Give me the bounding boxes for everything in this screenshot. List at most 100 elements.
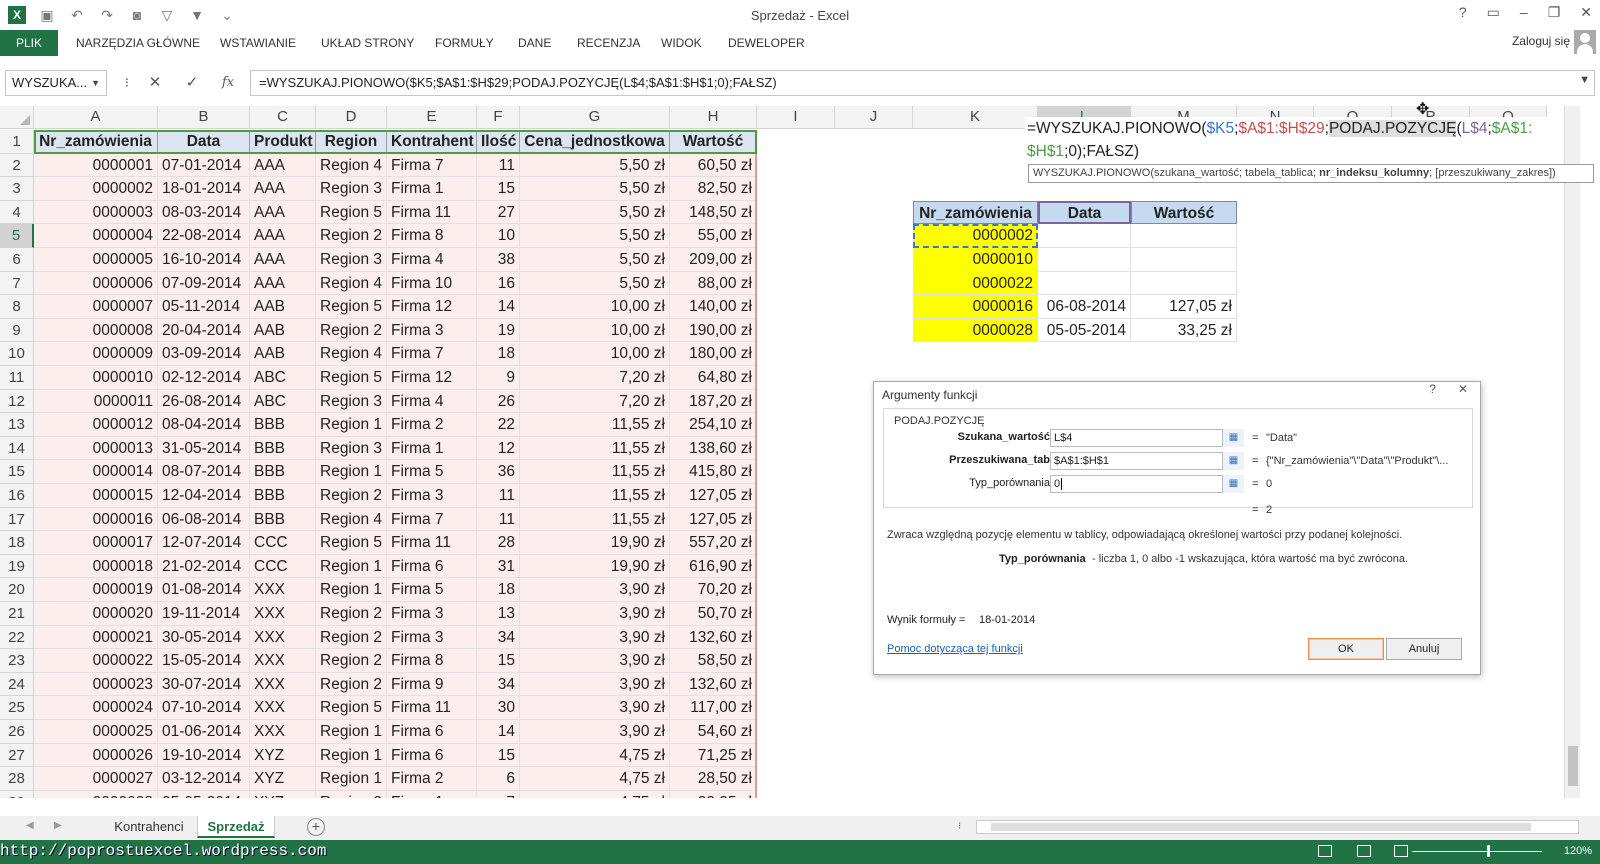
table-cell[interactable]: 132,60 zł — [670, 625, 757, 650]
tab-developer[interactable]: DEWELOPER — [716, 30, 817, 56]
table-cell[interactable]: Region 3 — [316, 436, 387, 461]
save-icon[interactable]: ▣ — [38, 7, 56, 23]
zoom-level[interactable]: 120% — [1564, 845, 1592, 857]
table-cell[interactable]: Firma 11 — [387, 200, 477, 225]
table-cell[interactable]: BBB — [250, 460, 316, 484]
table-cell[interactable]: 88,00 zł — [670, 271, 757, 296]
table-cell[interactable]: XXX — [250, 578, 316, 602]
table-cell[interactable]: 03-09-2014 — [158, 342, 250, 366]
table-header-cell[interactable]: Region — [316, 130, 387, 154]
arg-input-lookup-value[interactable]: L$4 — [1050, 429, 1244, 447]
table-cell[interactable]: Region 2 — [316, 484, 387, 508]
table-cell[interactable]: 30-05-2014 — [158, 625, 250, 650]
clear-filter-icon[interactable]: ▼ — [188, 7, 206, 23]
table-cell[interactable]: 08-03-2014 — [158, 200, 250, 225]
table-cell[interactable]: 21-02-2014 — [158, 554, 250, 579]
table-cell[interactable]: Region 5 — [316, 531, 387, 555]
in-cell-formula-editor[interactable]: =WYSZUKAJ.PIONOWO($K5;$A$1:$H$29;PODAJ.P… — [1025, 117, 1555, 164]
tab-insert[interactable]: WSTAWIANIE — [208, 30, 308, 56]
table-cell[interactable]: Firma 4 — [387, 248, 477, 272]
table-cell[interactable]: 70,20 zł — [670, 578, 757, 602]
table-cell[interactable]: 3,90 zł — [520, 672, 670, 697]
table-cell[interactable]: 19 — [477, 318, 520, 343]
table-cell[interactable]: 557,20 zł — [670, 531, 757, 555]
scroll-thumb[interactable] — [991, 823, 1531, 831]
table-cell[interactable]: AAB — [250, 318, 316, 343]
row-header-27[interactable]: 27 — [0, 743, 34, 768]
minimize-icon[interactable]: – — [1520, 4, 1528, 21]
row-header-17[interactable]: 17 — [0, 507, 34, 532]
column-header-k[interactable]: K — [913, 106, 1038, 129]
row-header-8[interactable]: 8 — [0, 295, 34, 319]
tab-file[interactable]: PLIK — [0, 30, 58, 56]
table-cell[interactable]: 33,25 zł — [670, 790, 757, 798]
table-cell[interactable]: 15 — [477, 177, 520, 201]
table-cell[interactable]: Region 1 — [316, 578, 387, 602]
table-cell[interactable]: 11 — [477, 507, 520, 532]
table-cell[interactable]: 0000021 — [34, 625, 158, 650]
table-cell[interactable]: 5,50 zł — [520, 271, 670, 296]
table-cell[interactable]: 02-12-2014 — [158, 366, 250, 390]
table-cell[interactable]: 7 — [477, 790, 520, 798]
close-icon[interactable]: ✕ — [1458, 382, 1468, 396]
table-cell[interactable]: XXX — [250, 672, 316, 697]
column-header-e[interactable]: E — [387, 106, 477, 129]
table-cell[interactable]: AAA — [250, 248, 316, 272]
ribbon-display-icon[interactable]: ▭ — [1487, 4, 1500, 21]
table-cell[interactable]: 0000008 — [34, 318, 158, 343]
lookup-key-cell[interactable]: 0000016 — [913, 295, 1038, 319]
table-cell[interactable]: Firma 1 — [387, 177, 477, 201]
table-header-cell[interactable]: Produkt — [250, 130, 316, 154]
table-cell[interactable]: 12-04-2014 — [158, 484, 250, 508]
row-header-9[interactable]: 9 — [0, 318, 34, 343]
tab-page-layout[interactable]: UKŁAD STRONY — [309, 30, 426, 56]
lookup-key-cell[interactable]: 0000002 — [913, 224, 1038, 248]
table-cell[interactable]: AAB — [250, 295, 316, 319]
formula-input[interactable]: =WYSZUKAJ.PIONOWO($K5;$A$1:$H$29;PODAJ.P… — [250, 70, 1595, 96]
chevron-down-icon[interactable]: ▼ — [91, 71, 100, 95]
table-cell[interactable]: 54,60 zł — [670, 720, 757, 744]
table-cell[interactable]: 9 — [477, 366, 520, 390]
lookup-result-cell[interactable] — [1038, 271, 1131, 296]
table-cell[interactable]: Firma 1 — [387, 436, 477, 461]
table-cell[interactable]: 7,20 zł — [520, 389, 670, 414]
table-cell[interactable]: 0000024 — [34, 696, 158, 720]
table-cell[interactable]: 18-01-2014 — [158, 177, 250, 201]
table-cell[interactable]: 11,55 zł — [520, 436, 670, 461]
table-cell[interactable]: 4,75 zł — [520, 767, 670, 791]
table-header-cell[interactable]: Ilość — [477, 130, 520, 154]
row-header-19[interactable]: 19 — [0, 554, 34, 579]
table-cell[interactable]: 20-04-2014 — [158, 318, 250, 343]
table-cell[interactable]: 0000012 — [34, 413, 158, 437]
table-cell[interactable]: 0000003 — [34, 200, 158, 225]
table-cell[interactable]: Firma 5 — [387, 460, 477, 484]
table-cell[interactable]: Region 4 — [316, 342, 387, 366]
table-cell[interactable]: 14 — [477, 295, 520, 319]
table-cell[interactable]: Region 2 — [316, 672, 387, 697]
row-header-25[interactable]: 25 — [0, 696, 34, 720]
table-cell[interactable]: 0000011 — [34, 389, 158, 414]
table-cell[interactable]: 117,00 zł — [670, 696, 757, 720]
help-icon[interactable]: ? — [1459, 4, 1467, 21]
tab-formulas[interactable]: FORMUŁY — [423, 30, 506, 56]
table-cell[interactable]: 28 — [477, 531, 520, 555]
table-cell[interactable]: Firma 12 — [387, 366, 477, 390]
table-cell[interactable]: Firma 11 — [387, 696, 477, 720]
table-cell[interactable]: 05-05-2014 — [158, 790, 250, 798]
table-cell[interactable]: Region 1 — [316, 554, 387, 579]
table-cell[interactable]: 0000013 — [34, 436, 158, 461]
table-cell[interactable]: Firma 2 — [387, 767, 477, 791]
table-cell[interactable]: CCC — [250, 554, 316, 579]
table-cell[interactable]: 7,20 zł — [520, 366, 670, 390]
table-cell[interactable]: AAA — [250, 153, 316, 178]
sheet-tab-kontrahenci[interactable]: Kontrahenci — [101, 816, 197, 838]
table-cell[interactable]: 3,90 zł — [520, 578, 670, 602]
help-link[interactable]: Pomoc dotycząca tej funkcji — [887, 643, 1023, 655]
table-cell[interactable]: Region 2 — [316, 649, 387, 673]
add-sheet-button[interactable]: + — [307, 818, 325, 836]
table-cell[interactable]: 0000005 — [34, 248, 158, 272]
zoom-slider-handle[interactable] — [1487, 845, 1490, 857]
table-cell[interactable]: 18 — [477, 342, 520, 366]
table-cell[interactable]: Firma 7 — [387, 153, 477, 178]
table-cell[interactable]: XYZ — [250, 790, 316, 798]
